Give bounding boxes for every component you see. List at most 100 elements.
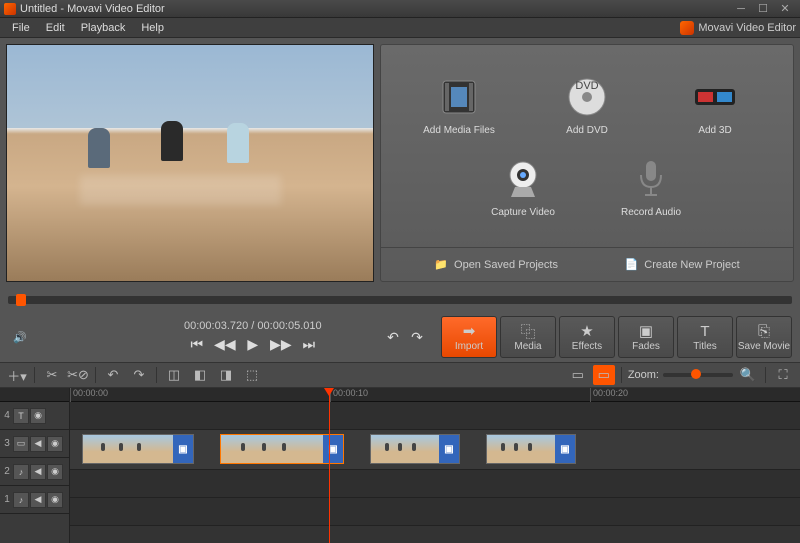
preview-frame bbox=[7, 45, 373, 281]
prev-button[interactable]: ⏮ bbox=[187, 334, 207, 354]
open-saved-button[interactable]: 📁 Open Saved Projects bbox=[434, 258, 558, 271]
folder-icon: 📁 bbox=[434, 258, 448, 271]
color-button[interactable]: ◧ bbox=[189, 365, 211, 385]
record-audio-button[interactable]: Record Audio bbox=[612, 155, 690, 219]
menu-playback[interactable]: Playback bbox=[73, 20, 134, 36]
track-type-audio[interactable]: ♪ bbox=[13, 492, 29, 508]
seek-bar bbox=[0, 288, 800, 312]
tab-import[interactable]: ➡Import bbox=[441, 316, 497, 358]
titlebar: Untitled - Movavi Video Editor ─ ☐ ✕ bbox=[0, 0, 800, 18]
track-vis[interactable]: ◀ bbox=[30, 436, 46, 452]
import-icon: ➡ bbox=[463, 322, 476, 340]
brand-icon bbox=[680, 21, 694, 35]
view-mode-1[interactable]: ▭ bbox=[567, 365, 589, 385]
audio-button[interactable]: ◨ bbox=[215, 365, 237, 385]
fullscreen-button[interactable]: ⛶ bbox=[772, 365, 794, 385]
seek-thumb[interactable] bbox=[16, 294, 26, 306]
close-button[interactable]: ✕ bbox=[774, 2, 796, 16]
clip[interactable]: ▣1.mp4 (0:00:03) bbox=[82, 434, 194, 464]
view-mode-2[interactable]: ▭ bbox=[593, 365, 615, 385]
track-lock[interactable]: ◉ bbox=[47, 492, 63, 508]
step-back-button[interactable]: ◀◀ bbox=[215, 334, 235, 354]
capture-video-button[interactable]: Capture Video bbox=[484, 155, 562, 219]
import-panel: Add Media Files DVD Add DVD Add 3D bbox=[380, 44, 794, 282]
time-display: 00:00:03.720 / 00:00:05.010 bbox=[184, 320, 322, 332]
glasses-3d-icon bbox=[691, 73, 739, 121]
timeline: 4T◉ 3▭◀◉ 2♪◀◉ 1♪◀◉ 00:00:00 00:00:10 00:… bbox=[0, 388, 800, 543]
window-title: Untitled - Movavi Video Editor bbox=[20, 3, 730, 15]
tab-titles[interactable]: TTitles bbox=[677, 316, 733, 358]
track-head-2: 2♪◀◉ bbox=[0, 458, 69, 486]
minimize-button[interactable]: ─ bbox=[730, 2, 752, 16]
video-preview[interactable] bbox=[6, 44, 374, 282]
track-head-3: 3▭◀◉ bbox=[0, 430, 69, 458]
step-fwd-button[interactable]: ▶▶ bbox=[271, 334, 291, 354]
track-headers: 4T◉ 3▭◀◉ 2♪◀◉ 1♪◀◉ bbox=[0, 388, 70, 543]
timeline-toolbar: ＋▾ ✂ ✂⊘ ↶ ↷ ◫ ◧ ◨ ⬚ ▭ ▭ Zoom: 🔍 ⛶ bbox=[0, 362, 800, 388]
redo-button[interactable]: ↷ bbox=[407, 327, 427, 347]
add-3d-button[interactable]: Add 3D bbox=[676, 73, 754, 137]
add-dvd-button[interactable]: DVD Add DVD bbox=[548, 73, 626, 137]
tab-fades[interactable]: ▣Fades bbox=[618, 316, 674, 358]
track-type-audio[interactable]: ♪ bbox=[13, 464, 29, 480]
tab-media[interactable]: ⿻Media bbox=[500, 316, 556, 358]
track-4[interactable] bbox=[70, 402, 800, 430]
menubar: File Edit Playback Help Movavi Video Edi… bbox=[0, 18, 800, 38]
zoom-label: Zoom: bbox=[628, 369, 659, 381]
create-new-button[interactable]: 📄 Create New Project bbox=[625, 258, 740, 271]
zoom-fit-button[interactable]: 🔍 bbox=[737, 365, 759, 385]
track-type-text[interactable]: T bbox=[13, 408, 29, 424]
star-icon: ★ bbox=[580, 322, 593, 340]
track-2[interactable] bbox=[70, 470, 800, 498]
track-type-video[interactable]: ▭ bbox=[13, 436, 29, 452]
track-lock[interactable]: ◉ bbox=[47, 436, 63, 452]
fades-icon: ▣ bbox=[639, 322, 653, 340]
seek-track[interactable] bbox=[8, 296, 792, 304]
track-vis[interactable]: ◀ bbox=[30, 492, 46, 508]
add-media-button[interactable]: Add Media Files bbox=[420, 73, 498, 137]
zoom-thumb[interactable] bbox=[691, 369, 701, 379]
transport-row: 🔊 00:00:03.720 / 00:00:05.010 ⏮ ◀◀ ▶ ▶▶ … bbox=[0, 312, 800, 362]
upper-panel: Add Media Files DVD Add DVD Add 3D bbox=[0, 38, 800, 288]
menu-help[interactable]: Help bbox=[133, 20, 172, 36]
undo-button[interactable]: ↶ bbox=[383, 327, 403, 347]
clip[interactable]: ▣Summer.mp4 (0:00:05) bbox=[220, 434, 344, 464]
timeline-tracks[interactable]: 00:00:00 00:00:10 00:00:20 ▣1.mp4 (0:00:… bbox=[70, 388, 800, 543]
rotate-left-button[interactable]: ↶ bbox=[102, 365, 124, 385]
tab-save[interactable]: ⎘Save Movie bbox=[736, 316, 792, 358]
microphone-icon bbox=[627, 155, 675, 203]
film-icon bbox=[435, 73, 483, 121]
time-ruler[interactable]: 00:00:00 00:00:10 00:00:20 bbox=[70, 388, 800, 402]
next-button[interactable]: ⏭ bbox=[299, 334, 319, 354]
save-icon: ⎘ bbox=[758, 322, 770, 340]
tab-effects[interactable]: ★Effects bbox=[559, 316, 615, 358]
track-mute[interactable]: ◉ bbox=[30, 408, 46, 424]
zoom-slider[interactable] bbox=[663, 373, 733, 377]
clip[interactable]: ▣Water.jpg (0:00:03) bbox=[486, 434, 576, 464]
track-1[interactable] bbox=[70, 498, 800, 526]
dvd-icon: DVD bbox=[563, 73, 611, 121]
volume-button[interactable]: 🔊 bbox=[8, 325, 32, 349]
rotate-right-button[interactable]: ↷ bbox=[128, 365, 150, 385]
brand-label: Movavi Video Editor bbox=[680, 21, 796, 35]
media-icon: ⿻ bbox=[520, 322, 535, 340]
play-button[interactable]: ▶ bbox=[243, 334, 263, 354]
svg-text:DVD: DVD bbox=[575, 80, 598, 92]
track-3[interactable]: ▣1.mp4 (0:00:03) ▣Summer.mp4 (0:00:05) ▣Sw… bbox=[70, 430, 800, 470]
maximize-button[interactable]: ☐ bbox=[752, 2, 774, 16]
track-head-4: 4T◉ bbox=[0, 402, 69, 430]
track-lock[interactable]: ◉ bbox=[47, 464, 63, 480]
track-vis[interactable]: ◀ bbox=[30, 464, 46, 480]
record-button[interactable]: ⬚ bbox=[241, 365, 263, 385]
delete-button[interactable]: ✂⊘ bbox=[67, 365, 89, 385]
crop-button[interactable]: ◫ bbox=[163, 365, 185, 385]
clip[interactable]: ▣Swimming.jpg (0:00:03) bbox=[370, 434, 460, 464]
add-track-button[interactable]: ＋▾ bbox=[6, 365, 28, 385]
document-icon: 📄 bbox=[625, 258, 639, 271]
playhead[interactable] bbox=[329, 388, 330, 543]
titles-icon: T bbox=[700, 322, 709, 340]
track-head-1: 1♪◀◉ bbox=[0, 486, 69, 514]
cut-button[interactable]: ✂ bbox=[41, 365, 63, 385]
menu-file[interactable]: File bbox=[4, 20, 38, 36]
menu-edit[interactable]: Edit bbox=[38, 20, 73, 36]
